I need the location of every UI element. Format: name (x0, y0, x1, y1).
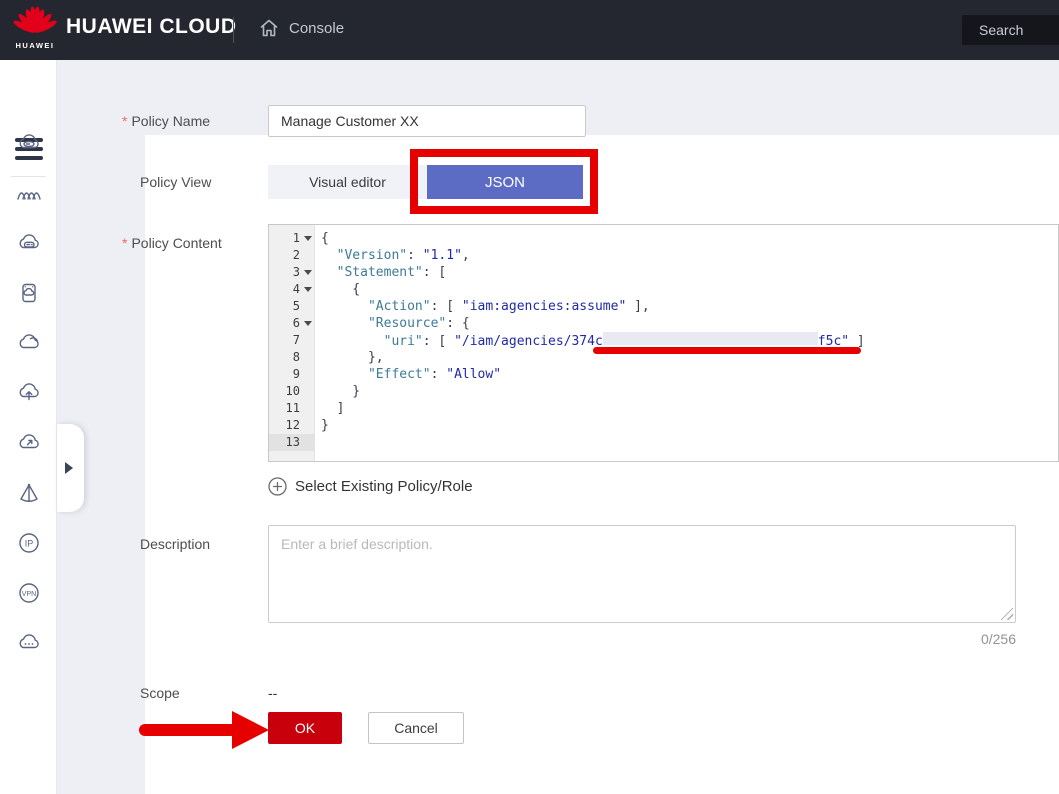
sidebar-item-cloud[interactable] (16, 330, 42, 356)
sidebar-item-waves[interactable] (16, 180, 42, 206)
redacted-text (603, 332, 818, 345)
page: HUAWEI HUAWEI CLOUD Console Search IP VPN… (0, 0, 1059, 794)
code-line: "Action": [ "iam:agencies:assume" ], (321, 298, 1058, 315)
brand-title: HUAWEI CLOUD (66, 15, 237, 39)
policy-content-label: *Policy Content (122, 235, 222, 251)
editor-code[interactable]: { "Version": "1.1", "Statement": [ { "Ac… (315, 225, 1058, 461)
console-nav[interactable]: Console (258, 17, 344, 39)
code-line: }, (321, 349, 1058, 366)
visual-editor-tab[interactable]: Visual editor (268, 165, 427, 199)
cloud-upload-icon (16, 380, 42, 406)
sidebar-item-cloud-sync[interactable] (16, 430, 42, 456)
code-line: } (321, 417, 1058, 434)
cloud-sync-icon (16, 430, 42, 456)
svg-text:VPN: VPN (22, 591, 36, 598)
sidebar-item-vpn[interactable]: VPN (16, 580, 42, 606)
sidebar-item-cloud-more[interactable] (16, 630, 42, 656)
fold-arrow-icon[interactable] (304, 287, 312, 292)
textarea-resize-handle[interactable] (1001, 608, 1013, 620)
sidebar-expand-button[interactable] (57, 424, 84, 512)
sidebar-item-cloud-container[interactable] (16, 230, 42, 256)
policy-view-toggle: Visual editor JSON (268, 165, 583, 199)
description-char-counter: 0/256 (896, 631, 1016, 647)
scope-value: -- (268, 685, 277, 701)
policy-content-editor[interactable]: 12345678910111213 { "Version": "1.1", "S… (268, 224, 1059, 462)
svg-text:IP: IP (25, 539, 34, 549)
device-icon (16, 280, 42, 306)
policy-name-input[interactable] (268, 105, 586, 137)
policy-name-label: *Policy Name (122, 113, 210, 129)
scope-label: Scope (140, 685, 180, 701)
huawei-logo-word: HUAWEI (16, 41, 55, 50)
plus-circle-icon (268, 477, 287, 496)
console-label: Console (289, 20, 344, 37)
topbar: HUAWEI HUAWEI CLOUD Console Search (0, 0, 1059, 60)
cloud-icon (16, 330, 42, 356)
line-number: 5 (269, 298, 314, 315)
policy-view-label: Policy View (140, 174, 211, 190)
line-number: 6 (269, 315, 314, 332)
ip-icon: IP (16, 530, 42, 556)
line-number: 11 (269, 400, 314, 417)
chevron-right-icon (65, 462, 73, 474)
pyramid-icon (16, 480, 42, 506)
line-number: 13 (269, 434, 314, 451)
waves-icon (16, 180, 42, 206)
select-existing-policy-link[interactable]: Select Existing Policy/Role (268, 477, 473, 496)
code-line: ] (321, 400, 1058, 417)
select-existing-policy-label: Select Existing Policy/Role (295, 478, 473, 495)
code-line: { (321, 230, 1058, 247)
code-line: "Effect": "Allow" (321, 366, 1058, 383)
line-number: 4 (269, 281, 314, 298)
sidebar: IP VPN (0, 60, 57, 794)
line-number: 12 (269, 417, 314, 434)
code-line: "Statement": [ (321, 264, 1058, 281)
cloud-container-icon (16, 230, 42, 256)
cloud-server-icon (16, 130, 42, 156)
json-tab[interactable]: JSON (427, 165, 583, 199)
line-number: 1 (269, 230, 314, 247)
sidebar-divider (11, 176, 46, 177)
huawei-flower-icon (13, 6, 57, 40)
description-textarea[interactable] (268, 525, 1016, 623)
fold-arrow-icon[interactable] (304, 321, 312, 326)
code-line (321, 434, 1058, 451)
sidebar-item-pyramid[interactable] (16, 480, 42, 506)
vpn-icon: VPN (16, 580, 42, 606)
required-asterisk: * (122, 235, 127, 251)
search-input[interactable]: Search (962, 15, 1059, 45)
fold-arrow-icon[interactable] (304, 236, 312, 241)
code-line: } (321, 383, 1058, 400)
required-asterisk: * (122, 113, 127, 129)
description-label: Description (140, 536, 210, 552)
line-number: 9 (269, 366, 314, 383)
editor-gutter: 12345678910111213 (269, 225, 315, 461)
line-number: 10 (269, 383, 314, 400)
topbar-divider (233, 17, 234, 43)
sidebar-item-device[interactable] (16, 280, 42, 306)
fold-arrow-icon[interactable] (304, 270, 312, 275)
code-line: "Version": "1.1", (321, 247, 1058, 264)
line-number: 2 (269, 247, 314, 264)
code-line: "Resource": { (321, 315, 1058, 332)
huawei-logo: HUAWEI (10, 6, 60, 54)
line-number: 8 (269, 349, 314, 366)
home-icon (258, 17, 280, 39)
cloud-more-icon (16, 630, 42, 656)
sidebar-item-cloud-server[interactable] (16, 130, 42, 156)
sidebar-item-ip[interactable]: IP (16, 530, 42, 556)
cancel-button[interactable]: Cancel (368, 712, 464, 744)
ok-button[interactable]: OK (268, 712, 342, 744)
code-line: "uri": [ "/iam/agencies/374cf5c" ] (321, 332, 1058, 349)
sidebar-item-cloud-upload[interactable] (16, 380, 42, 406)
code-line: { (321, 281, 1058, 298)
line-number: 7 (269, 332, 314, 349)
line-number: 3 (269, 264, 314, 281)
